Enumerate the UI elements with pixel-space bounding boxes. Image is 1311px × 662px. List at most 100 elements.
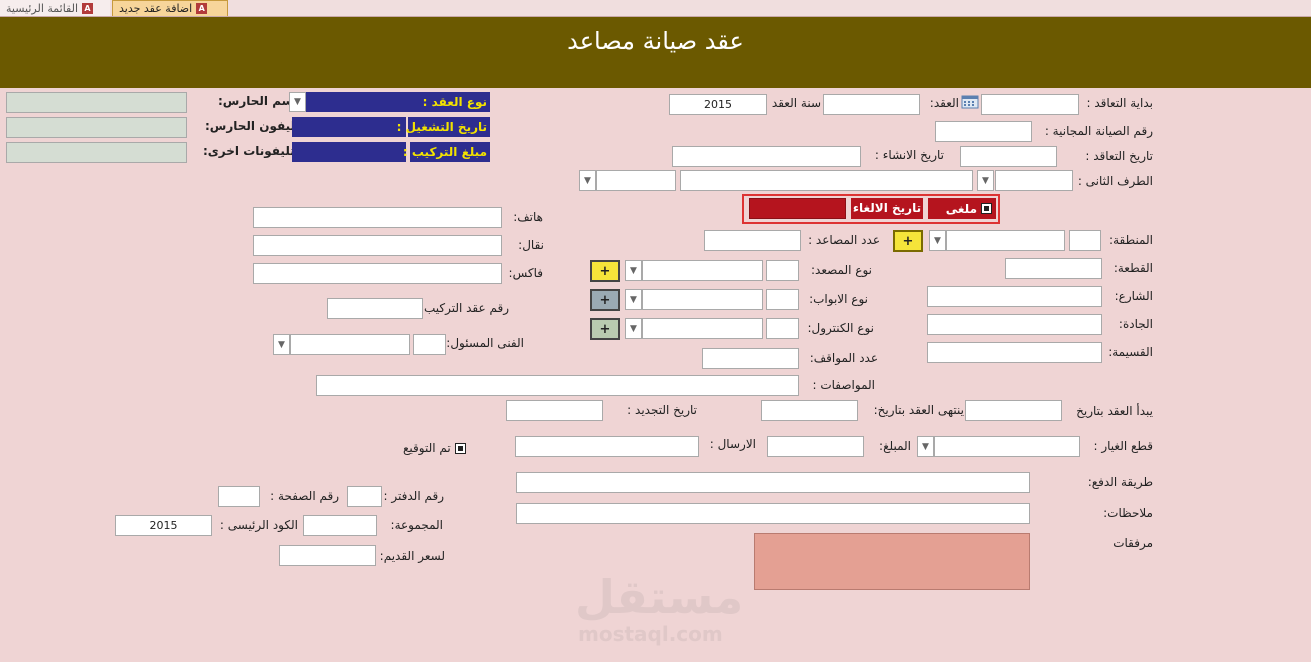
signed-label: تم التوقيع bbox=[403, 441, 451, 455]
watermark-site: mostaql.com bbox=[578, 622, 723, 646]
contract-year-field[interactable]: 2015 bbox=[669, 94, 767, 115]
contract-type-field[interactable] bbox=[306, 92, 432, 112]
second-party-extra-field[interactable] bbox=[596, 170, 676, 191]
install-contract-no-label: رقم عقد التركيب: bbox=[419, 301, 509, 315]
second-party-extra-dropdown[interactable]: ▼ bbox=[579, 170, 596, 191]
street-field[interactable] bbox=[927, 286, 1102, 307]
book-no-field[interactable] bbox=[347, 486, 382, 507]
elevator-type-name-field[interactable] bbox=[642, 260, 763, 281]
attachments-box[interactable] bbox=[754, 533, 1030, 590]
cancel-date-field[interactable] bbox=[749, 198, 846, 219]
watermark-logo: مستقل bbox=[575, 570, 744, 624]
tab-main-menu[interactable]: القائمة الرئيسية A bbox=[0, 0, 110, 16]
payment-method-label: طريقة الدفع: bbox=[1087, 475, 1153, 489]
page-no-field[interactable] bbox=[218, 486, 260, 507]
guard-name-field[interactable] bbox=[6, 92, 187, 113]
access-icon: A bbox=[82, 2, 94, 14]
region-label: المنطقة: bbox=[1109, 233, 1153, 247]
elevator-count-field[interactable] bbox=[704, 230, 801, 251]
phone-field[interactable] bbox=[253, 207, 502, 228]
attachments-label: مرفقات bbox=[1113, 536, 1153, 550]
form-title: عقد صيانة مصاعد bbox=[567, 27, 744, 55]
add-door-type-button[interactable]: + bbox=[590, 289, 620, 311]
elevator-type-dropdown[interactable]: ▼ bbox=[625, 260, 642, 281]
elevator-type-code-field[interactable] bbox=[766, 260, 799, 281]
operation-date-field[interactable] bbox=[292, 117, 406, 137]
control-type-name-field[interactable] bbox=[642, 318, 763, 339]
install-amount-field[interactable] bbox=[292, 142, 406, 162]
add-region-button[interactable]: + bbox=[893, 230, 923, 252]
second-party-code-field[interactable] bbox=[995, 170, 1073, 191]
tech-name-field[interactable] bbox=[290, 334, 410, 355]
starts-date-field[interactable] bbox=[965, 400, 1062, 421]
region-code-field[interactable] bbox=[1069, 230, 1101, 251]
avenue-field[interactable] bbox=[927, 314, 1102, 335]
guard-phone-label: تليفون الحارس: bbox=[205, 119, 300, 133]
contract-type-label: نوع العقد : bbox=[423, 92, 490, 112]
contract-start-field[interactable] bbox=[981, 94, 1079, 115]
renewal-date-field[interactable] bbox=[506, 400, 603, 421]
old-price-field[interactable] bbox=[279, 545, 376, 566]
second-party-label: الطرف الثانى : bbox=[1077, 174, 1153, 188]
other-phones-field[interactable] bbox=[6, 142, 187, 163]
notes-field[interactable] bbox=[516, 503, 1030, 524]
ends-date-field[interactable] bbox=[761, 400, 858, 421]
install-contract-no-field[interactable] bbox=[327, 298, 423, 319]
sending-field[interactable] bbox=[515, 436, 699, 457]
amount-field[interactable] bbox=[767, 436, 864, 457]
page-no-label: رقم الصفحة : bbox=[270, 489, 339, 503]
cancelled-checkbox[interactable]: ملغى bbox=[928, 198, 996, 219]
guard-phone-field[interactable] bbox=[6, 117, 187, 138]
chevron-down-icon: ▼ bbox=[982, 175, 989, 186]
guard-name-label: سم الحارس: bbox=[218, 94, 294, 108]
door-type-label: نوع الابواب: bbox=[809, 292, 868, 306]
second-party-dropdown[interactable]: ▼ bbox=[977, 170, 994, 191]
control-type-dropdown[interactable]: ▼ bbox=[625, 318, 642, 339]
spare-parts-dropdown[interactable]: ▼ bbox=[917, 436, 934, 457]
main-code-field[interactable]: 2015 bbox=[115, 515, 212, 536]
payment-method-field[interactable] bbox=[516, 472, 1030, 493]
signed-checkbox[interactable]: تم التوقيع bbox=[403, 441, 466, 455]
sending-label: الارسال : bbox=[709, 437, 756, 451]
amount-label: المبلغ: bbox=[879, 439, 911, 453]
specs-label: المواصفات : bbox=[812, 378, 875, 392]
contract-date-field[interactable] bbox=[960, 146, 1057, 167]
stops-count-field[interactable] bbox=[702, 348, 799, 369]
tech-responsible-label: الفنى المسئول: bbox=[446, 336, 524, 350]
plot-label: القطعة: bbox=[1113, 261, 1153, 275]
chevron-down-icon: ▼ bbox=[630, 323, 637, 334]
region-dropdown[interactable]: ▼ bbox=[929, 230, 946, 251]
calendar-icon[interactable] bbox=[961, 95, 979, 109]
contract-label: العقد: bbox=[929, 96, 959, 110]
chevron-down-icon: ▼ bbox=[630, 265, 637, 276]
notes-label: ملاحظات: bbox=[1103, 506, 1153, 520]
tab-add-contract[interactable]: اضافة عقد جديد A bbox=[112, 0, 228, 16]
contract-type-dropdown[interactable]: ▼ bbox=[289, 92, 306, 112]
tab-label: القائمة الرئيسية bbox=[6, 1, 79, 15]
specs-field[interactable] bbox=[316, 375, 799, 396]
control-type-code-field[interactable] bbox=[766, 318, 799, 339]
plot-field[interactable] bbox=[1005, 258, 1102, 279]
group-field[interactable] bbox=[303, 515, 377, 536]
tech-dropdown[interactable]: ▼ bbox=[273, 334, 290, 355]
add-control-type-button[interactable]: + bbox=[590, 318, 620, 340]
fax-field[interactable] bbox=[253, 263, 502, 284]
stops-count-label: عدد المواقف: bbox=[809, 351, 878, 365]
parcel-label: القسيمة: bbox=[1108, 345, 1153, 359]
region-name-field[interactable] bbox=[946, 230, 1065, 251]
free-maint-no-field[interactable] bbox=[935, 121, 1032, 142]
second-party-name-field[interactable] bbox=[680, 170, 973, 191]
cancel-date-label: تاريخ الالغاء bbox=[851, 198, 923, 219]
creation-date-field[interactable] bbox=[672, 146, 861, 167]
tech-code-field[interactable] bbox=[413, 334, 446, 355]
door-type-name-field[interactable] bbox=[642, 289, 763, 310]
door-type-code-field[interactable] bbox=[766, 289, 799, 310]
parcel-field[interactable] bbox=[927, 342, 1102, 363]
contract-field[interactable] bbox=[823, 94, 920, 115]
access-icon: A bbox=[196, 3, 208, 14]
add-elevator-type-button[interactable]: + bbox=[590, 260, 620, 282]
mobile-field[interactable] bbox=[253, 235, 502, 256]
door-type-dropdown[interactable]: ▼ bbox=[625, 289, 642, 310]
elevator-count-label: عدد المصاعد : bbox=[808, 233, 880, 247]
spare-parts-field[interactable] bbox=[934, 436, 1080, 457]
